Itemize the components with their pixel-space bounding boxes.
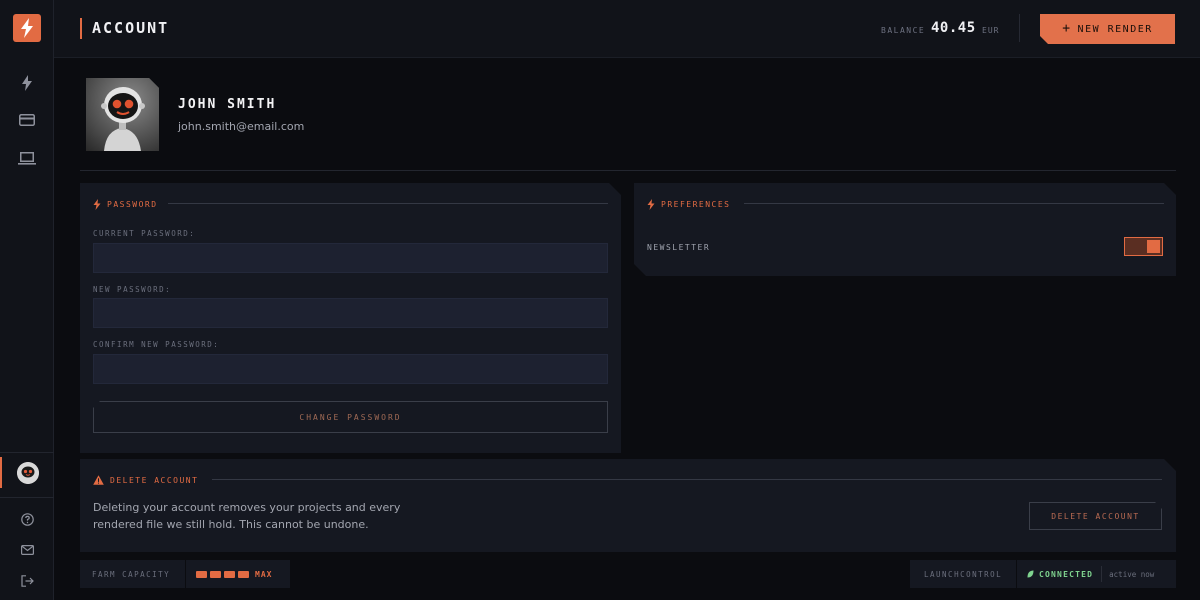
launchcontrol-status: LAUNCHCONTROL CONNECTED active now	[910, 560, 1176, 588]
page-title: ACCOUNT	[80, 18, 169, 39]
billing-nav-icon[interactable]	[17, 110, 37, 130]
delete-description: Deleting your account removes your proje…	[93, 501, 401, 531]
new-render-button[interactable]: + NEW RENDER	[1040, 14, 1175, 44]
balance-label: BALANCE	[881, 26, 926, 35]
confirm-password-label: CONFIRM NEW PASSWORD:	[93, 340, 220, 349]
plus-icon: +	[1062, 21, 1072, 36]
profile-email: john.smith@email.com	[178, 120, 305, 133]
bolt-icon	[21, 18, 33, 38]
launchcontrol-label: LAUNCHCONTROL	[924, 569, 1003, 579]
machines-nav-icon[interactable]	[17, 148, 37, 168]
farm-capacity-meter	[196, 570, 249, 578]
sidebar-account-avatar[interactable]	[0, 457, 54, 488]
profile-avatar	[86, 78, 159, 151]
password-panel: PASSWORD CURRENT PASSWORD: NEW PASSWORD:…	[80, 183, 621, 453]
connection-status: CONNECTED	[1039, 569, 1094, 579]
current-password-input[interactable]	[93, 243, 608, 273]
sidebar	[0, 0, 54, 600]
balance-value: 40.45	[931, 20, 976, 36]
logout-nav-icon[interactable]	[17, 571, 37, 591]
laptop-icon	[18, 151, 36, 165]
preferences-panel: PREFERENCES NEWSLETTER	[634, 183, 1176, 276]
newsletter-label: NEWSLETTER	[647, 243, 711, 252]
capacity-segment	[224, 570, 235, 578]
credit-card-icon	[19, 114, 35, 126]
confirm-password-input[interactable]	[93, 354, 608, 384]
delete-heading: DELETE ACCOUNT	[93, 475, 198, 485]
footer-divider	[1016, 560, 1017, 588]
delete-heading-label: DELETE ACCOUNT	[110, 475, 199, 485]
sidebar-divider	[0, 497, 54, 498]
app-logo[interactable]	[13, 14, 41, 42]
avatar	[17, 461, 39, 484]
help-nav-icon[interactable]	[17, 509, 37, 529]
delete-account-button[interactable]: DELETE ACCOUNT	[1029, 502, 1162, 530]
capacity-segment	[196, 570, 207, 578]
heading-rule	[744, 203, 1164, 204]
bolt-icon	[93, 199, 101, 210]
profile-divider	[80, 170, 1176, 171]
logout-icon	[20, 575, 34, 587]
topbar-divider	[1019, 14, 1020, 42]
balance-currency: EUR	[982, 26, 1000, 35]
mail-nav-icon[interactable]	[17, 540, 37, 560]
footer-divider	[1101, 566, 1103, 582]
renders-nav-icon[interactable]	[17, 73, 37, 93]
capacity-segment	[210, 570, 221, 578]
toggle-knob	[1147, 240, 1160, 253]
sidebar-divider	[0, 452, 54, 453]
connection-time: active now	[1109, 569, 1155, 579]
bolt-icon	[647, 199, 655, 210]
help-circle-icon	[20, 512, 34, 526]
farm-capacity-value: MAX	[255, 569, 273, 579]
topbar: ACCOUNT BALANCE 40.45 EUR + NEW RENDER	[54, 0, 1200, 58]
warning-icon	[93, 475, 104, 485]
password-heading-label: PASSWORD	[107, 200, 158, 209]
preferences-heading: PREFERENCES	[647, 199, 730, 210]
leaf-icon	[1027, 570, 1034, 578]
change-password-button[interactable]: CHANGE PASSWORD	[93, 401, 608, 433]
footer-divider	[185, 560, 186, 588]
profile-name: JOHN SMITH	[178, 97, 277, 112]
farm-capacity-bar: FARM CAPACITY MAX	[80, 560, 290, 588]
current-password-label: CURRENT PASSWORD:	[93, 229, 196, 238]
preferences-heading-label: PREFERENCES	[661, 200, 731, 209]
capacity-segment	[238, 570, 249, 578]
newsletter-toggle[interactable]	[1124, 237, 1163, 256]
heading-rule	[168, 203, 608, 204]
delete-account-panel: DELETE ACCOUNT Deleting your account rem…	[80, 459, 1176, 552]
new-render-label: NEW RENDER	[1077, 23, 1153, 35]
heading-rule	[212, 479, 1162, 480]
new-password-input[interactable]	[93, 298, 608, 328]
mail-icon	[20, 545, 34, 555]
new-password-label: NEW PASSWORD:	[93, 285, 172, 294]
bolt-icon	[22, 75, 32, 91]
farm-capacity-label: FARM CAPACITY	[92, 569, 171, 579]
password-heading: PASSWORD	[93, 199, 158, 210]
